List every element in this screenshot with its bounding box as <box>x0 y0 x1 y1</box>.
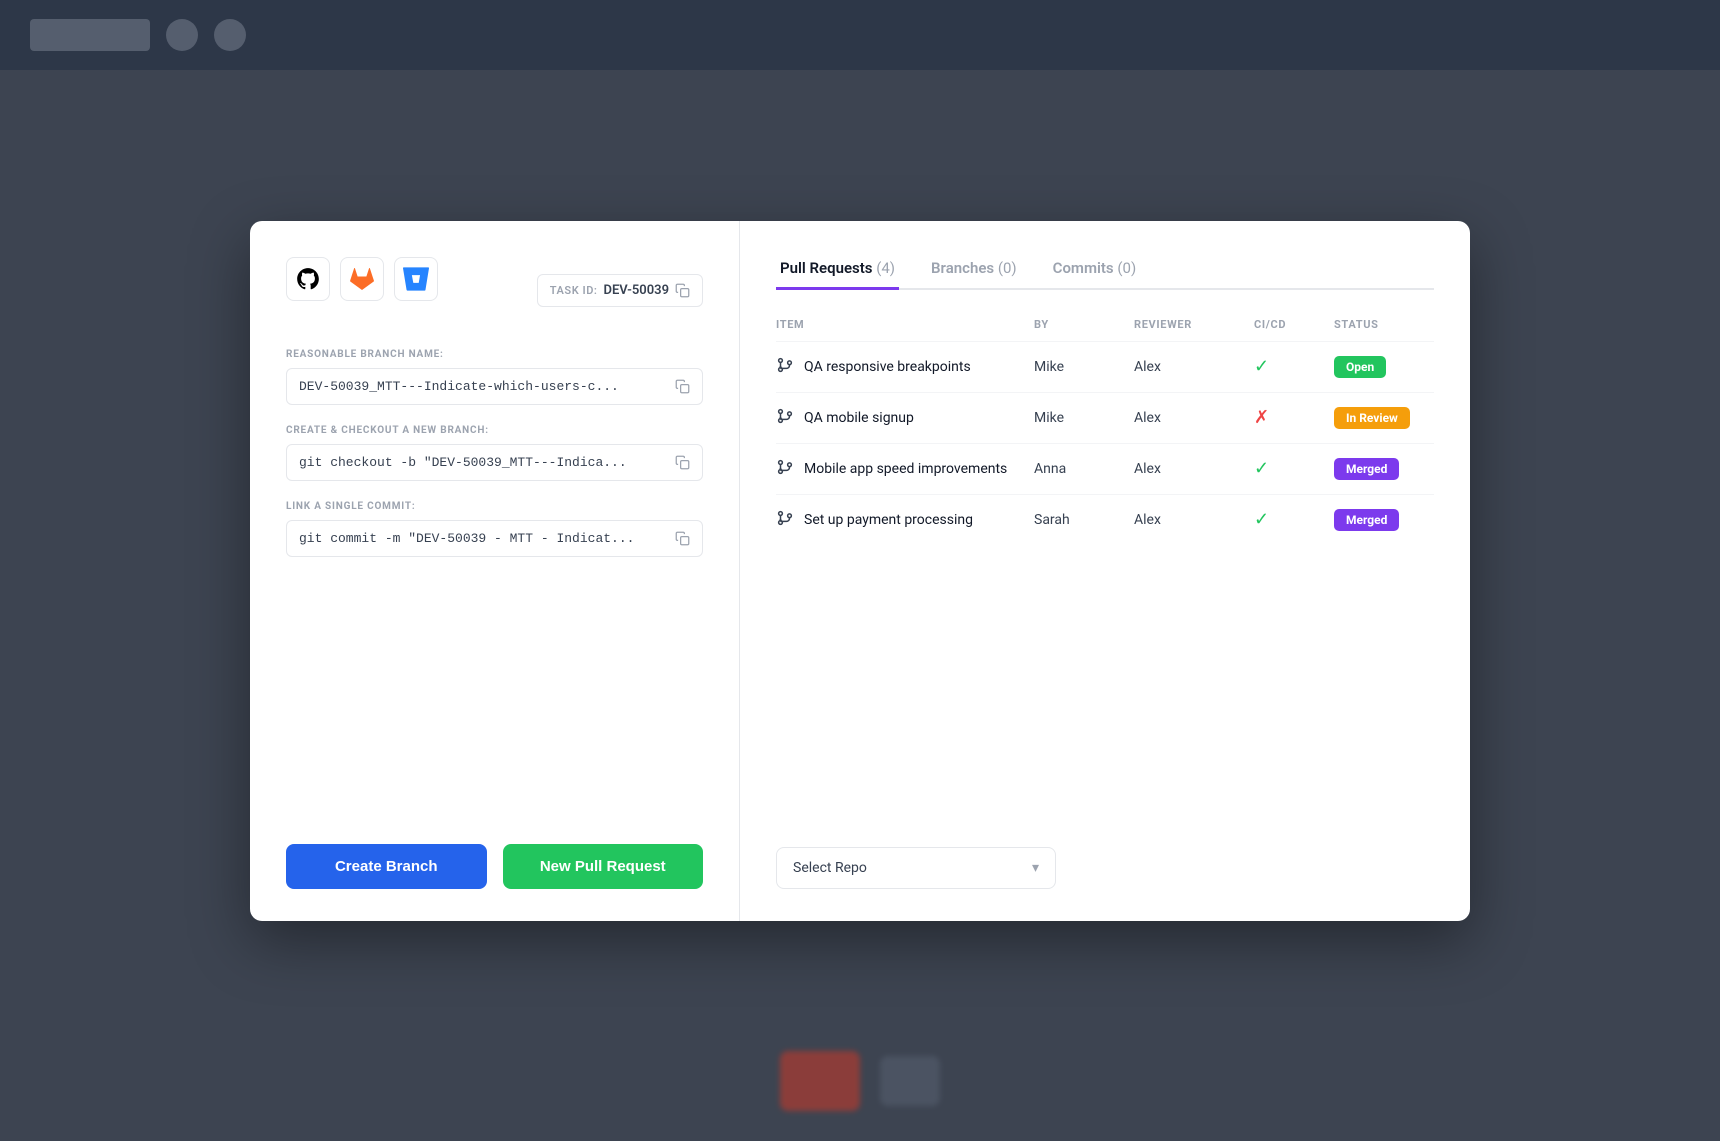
copy-task-id-button[interactable] <box>675 283 690 298</box>
top-bar <box>0 0 1720 70</box>
row-item-3: Mobile app speed improvements <box>776 458 1034 480</box>
table-header: ITEM BY REVIEWER CI/CD STATUS <box>776 318 1434 342</box>
left-panel: TASK ID: DEV-50039 REASONABLE BRANCH NAM… <box>250 221 740 921</box>
bottom-blurred-2 <box>880 1056 940 1106</box>
bottom-area <box>0 1021 1720 1141</box>
row-by-2: Mike <box>1034 410 1134 426</box>
chevron-down-icon: ▾ <box>1032 860 1039 876</box>
tab-branches[interactable]: Branches (0) <box>927 249 1021 290</box>
row-by-1: Mike <box>1034 359 1134 375</box>
modal: TASK ID: DEV-50039 REASONABLE BRANCH NAM… <box>250 221 1470 921</box>
copy-commit-button[interactable] <box>675 531 690 546</box>
provider-icons <box>286 257 438 301</box>
pr-icon <box>776 509 794 531</box>
row-by-4: Sarah <box>1034 512 1134 528</box>
new-pull-request-button[interactable]: New Pull Request <box>503 844 704 889</box>
pr-icon <box>776 407 794 429</box>
bitbucket-icon[interactable] <box>394 257 438 301</box>
row-status-4: Merged <box>1334 509 1434 531</box>
tab-pull-requests[interactable]: Pull Requests (4) <box>776 249 899 290</box>
top-bar-logo <box>30 19 150 51</box>
table-rows: QA responsive breakpoints Mike Alex ✓ Op… <box>776 342 1434 827</box>
row-reviewer-4: Alex <box>1134 512 1254 528</box>
branch-name-value: DEV-50039_MTT---Indicate-which-users-c..… <box>299 379 667 394</box>
row-reviewer-2: Alex <box>1134 410 1254 426</box>
pr-icon <box>776 356 794 378</box>
col-cicd: CI/CD <box>1254 318 1334 331</box>
task-id-box: TASK ID: DEV-50039 <box>537 274 703 307</box>
ci-fail-2: ✗ <box>1254 407 1334 428</box>
header-row: TASK ID: DEV-50039 <box>286 257 703 325</box>
col-by: BY <box>1034 318 1134 331</box>
bottom-blurred-1 <box>780 1051 860 1111</box>
row-item-1: QA responsive breakpoints <box>776 356 1034 378</box>
select-repo-row: Select Repo ▾ <box>776 827 1434 889</box>
table-row: Set up payment processing Sarah Alex ✓ M… <box>776 495 1434 545</box>
ci-pass-3: ✓ <box>1254 458 1334 479</box>
branch-name-input-row: DEV-50039_MTT---Indicate-which-users-c..… <box>286 368 703 405</box>
ci-pass-1: ✓ <box>1254 356 1334 377</box>
ci-pass-4: ✓ <box>1254 509 1334 530</box>
commit-label: LINK A SINGLE COMMIT: <box>286 501 703 512</box>
row-status-3: Merged <box>1334 458 1434 480</box>
row-by-3: Anna <box>1034 461 1134 477</box>
row-reviewer-3: Alex <box>1134 461 1254 477</box>
col-item: ITEM <box>776 318 1034 331</box>
gitlab-icon[interactable] <box>340 257 384 301</box>
table-row: Mobile app speed improvements Anna Alex … <box>776 444 1434 495</box>
row-status-2: In Review <box>1334 407 1434 429</box>
commit-value: git commit -m "DEV-50039 - MTT - Indicat… <box>299 531 667 546</box>
right-panel: Pull Requests (4) Branches (0) Commits (… <box>740 221 1470 921</box>
copy-checkout-button[interactable] <box>675 455 690 470</box>
action-buttons: Create Branch New Pull Request <box>286 844 703 889</box>
select-repo-label: Select Repo <box>793 860 867 876</box>
table-row: QA responsive breakpoints Mike Alex ✓ Op… <box>776 342 1434 393</box>
col-status: STATUS <box>1334 318 1434 331</box>
pr-icon <box>776 458 794 480</box>
checkout-value: git checkout -b "DEV-50039_MTT---Indica.… <box>299 455 667 470</box>
branch-name-label: REASONABLE BRANCH NAME: <box>286 349 703 360</box>
select-repo-dropdown[interactable]: Select Repo ▾ <box>776 847 1056 889</box>
table-row: QA mobile signup Mike Alex ✗ In Review <box>776 393 1434 444</box>
create-branch-button[interactable]: Create Branch <box>286 844 487 889</box>
top-bar-icon-2 <box>214 19 246 51</box>
row-status-1: Open <box>1334 356 1434 378</box>
task-id-value: DEV-50039 <box>603 283 669 298</box>
task-id-label: TASK ID: <box>550 284 598 297</box>
tabs-row: Pull Requests (4) Branches (0) Commits (… <box>776 249 1434 290</box>
row-item-2: QA mobile signup <box>776 407 1034 429</box>
github-icon[interactable] <box>286 257 330 301</box>
commit-input-row: git commit -m "DEV-50039 - MTT - Indicat… <box>286 520 703 557</box>
copy-branch-name-button[interactable] <box>675 379 690 394</box>
col-reviewer: REVIEWER <box>1134 318 1254 331</box>
row-reviewer-1: Alex <box>1134 359 1254 375</box>
checkout-label: CREATE & CHECKOUT A NEW BRANCH: <box>286 425 703 436</box>
tab-commits[interactable]: Commits (0) <box>1049 249 1141 290</box>
checkout-input-row: git checkout -b "DEV-50039_MTT---Indica.… <box>286 444 703 481</box>
row-item-4: Set up payment processing <box>776 509 1034 531</box>
top-bar-icon-1 <box>166 19 198 51</box>
